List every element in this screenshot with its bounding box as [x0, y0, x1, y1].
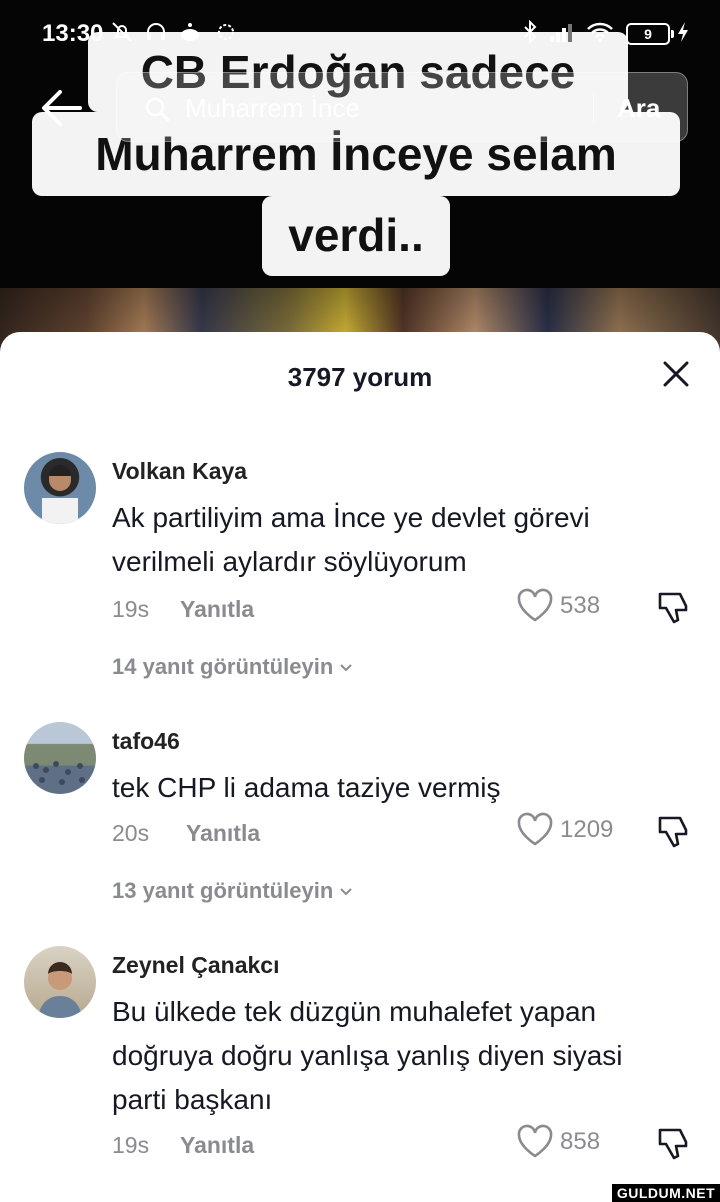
back-arrow-icon[interactable]: [40, 86, 84, 130]
search-submit-button[interactable]: Ara: [617, 93, 660, 124]
comment-text: Bu ülkede tek düzgün muhalefet yapan doğ…: [112, 990, 692, 1122]
comments-sheet: 3797 yorum Volkan Kaya Ak partiliyim ama…: [0, 332, 720, 1202]
heart-icon[interactable]: [516, 812, 554, 848]
comment-item: tafo46 tek CHP li adama taziye vermiş 20…: [0, 722, 720, 922]
comments-count-title: 3797 yorum: [287, 362, 433, 392]
search-bar[interactable]: Muharrem İnce Ara: [116, 72, 688, 142]
search-input[interactable]: Muharrem İnce: [185, 93, 360, 124]
like-count: 538: [560, 592, 601, 619]
view-replies-button[interactable]: 14 yanıt görüntüleyin: [112, 654, 353, 680]
chevron-down-icon: [340, 664, 352, 672]
reply-button[interactable]: Yanıtla: [186, 820, 260, 847]
comment-text-line: parti başkanı: [112, 1084, 273, 1115]
reply-button[interactable]: Yanıtla: [180, 596, 254, 623]
avatar[interactable]: [24, 722, 96, 794]
dislike-icon[interactable]: [656, 590, 692, 626]
view-replies-label: 14 yanıt görüntüleyin: [112, 654, 334, 679]
comment-text: Ak partiliyim ama İnce ye devlet görevi …: [112, 496, 692, 584]
close-icon[interactable]: [660, 358, 692, 390]
comment-age: 20s: [112, 820, 150, 846]
like-count: 858: [560, 1128, 601, 1155]
heart-icon[interactable]: [516, 1124, 554, 1160]
heart-icon[interactable]: [516, 588, 554, 624]
watermark-logo: GULDUM.NET: [612, 1184, 720, 1202]
signal-icon: [550, 24, 572, 42]
wifi-icon: [587, 22, 613, 42]
comment-text-line: tek CHP li adama taziye vermiş: [112, 772, 501, 803]
comment-text-line: doğruya doğru yanlışa yanlış diyen siyas…: [112, 1040, 623, 1071]
comment-text-line: Bu ülkede tek düzgün muhalefet yapan: [112, 996, 597, 1027]
view-replies-label: 13 yanıt görüntüleyin: [112, 878, 334, 903]
reddit-icon: [181, 23, 199, 41]
headset-icon: [147, 23, 165, 40]
comment-username[interactable]: Zeynel Çanakcı: [112, 952, 279, 979]
comment-age: 19s: [112, 596, 150, 622]
avatar[interactable]: [24, 946, 96, 1018]
like-count: 1209: [560, 816, 614, 843]
reply-button[interactable]: Yanıtla: [180, 1132, 254, 1159]
charging-icon: [678, 22, 688, 42]
app-notification-icon: [218, 24, 234, 40]
comment-age: 19s: [112, 1132, 150, 1158]
battery-indicator: 9: [626, 23, 674, 45]
video-caption-line-3: verdi..: [262, 196, 450, 276]
comment-item: Volkan Kaya Ak partiliyim ama İnce ye de…: [0, 452, 720, 692]
search-icon: [145, 97, 170, 122]
search-divider: [593, 93, 594, 123]
comment-username[interactable]: Volkan Kaya: [112, 458, 247, 485]
comment-text-line: Ak partiliyim ama İnce ye devlet görevi: [112, 502, 590, 533]
dislike-icon[interactable]: [656, 814, 692, 850]
comment-text: tek CHP li adama taziye vermiş: [112, 766, 692, 810]
comment-item: Zeynel Çanakcı Bu ülkede tek düzgün muha…: [0, 946, 720, 1202]
comment-username[interactable]: tafo46: [112, 728, 180, 755]
chevron-down-icon: [340, 888, 352, 896]
avatar[interactable]: [24, 452, 96, 524]
comment-text-line: verilmeli aylardır söylüyorum: [112, 546, 467, 577]
bluetooth-icon: [524, 20, 537, 44]
status-time: 13:30: [42, 20, 104, 47]
mute-notification-icon: [112, 22, 132, 42]
view-replies-button[interactable]: 13 yanıt görüntüleyin: [112, 878, 353, 904]
status-bar: 13:30 9: [0, 0, 720, 70]
dislike-icon[interactable]: [656, 1126, 692, 1162]
